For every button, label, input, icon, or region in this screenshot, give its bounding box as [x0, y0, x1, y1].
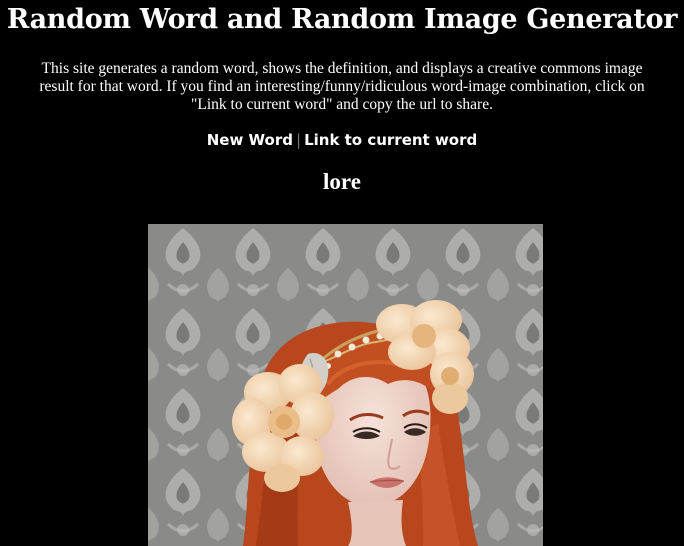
- nav-links: New Word | Link to current word: [0, 130, 684, 150]
- intro-line-3: "Link to current word" and copy the url …: [191, 96, 493, 113]
- intro-line-1: This site generates a random word, shows…: [41, 60, 643, 77]
- intro-line-2: result for that word. If you find an int…: [39, 78, 645, 95]
- word-image-illustration: [148, 224, 543, 546]
- intro-text: This site generates a random word, shows…: [17, 60, 667, 114]
- page-title: Random Word and Random Image Generator: [6, 4, 678, 35]
- word-image[interactable]: [148, 224, 543, 546]
- page: Random Word and Random Image Generator T…: [0, 0, 684, 546]
- link-to-current-word[interactable]: Link to current word: [304, 131, 477, 149]
- new-word-link[interactable]: New Word: [207, 131, 293, 149]
- nav-separator: |: [296, 131, 302, 149]
- random-word: lore: [323, 169, 361, 194]
